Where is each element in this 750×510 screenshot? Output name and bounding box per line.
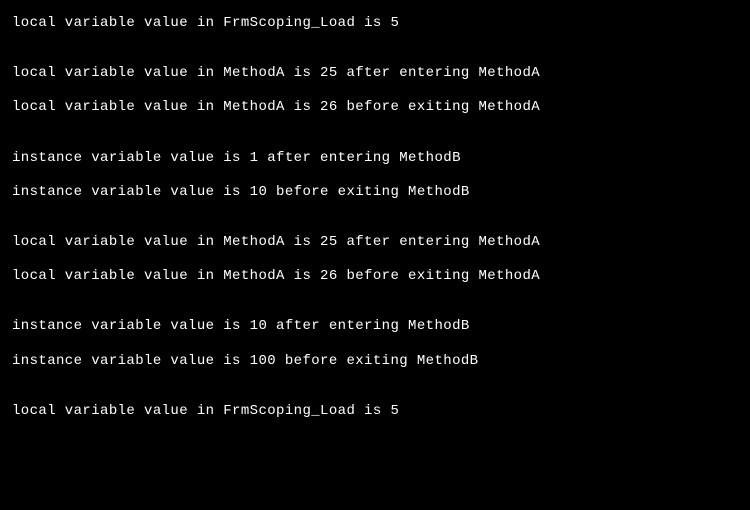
blank-gap [12, 167, 738, 183]
blank-gap [12, 336, 738, 352]
blank-gap [12, 251, 738, 267]
blank-gap [12, 285, 738, 317]
console-line: instance variable value is 10 after ente… [12, 317, 738, 335]
blank-gap [12, 32, 738, 64]
console-line: local variable value in MethodA is 26 be… [12, 98, 738, 116]
console-line: instance variable value is 100 before ex… [12, 352, 738, 370]
blank-gap [12, 82, 738, 98]
console-line: instance variable value is 10 before exi… [12, 183, 738, 201]
blank-gap [12, 117, 738, 149]
console-line: local variable value in FrmScoping_Load … [12, 402, 738, 420]
blank-gap [12, 201, 738, 233]
console-line: local variable value in FrmScoping_Load … [12, 14, 738, 32]
console-line: local variable value in MethodA is 26 be… [12, 267, 738, 285]
console-line: local variable value in MethodA is 25 af… [12, 64, 738, 82]
console-line: local variable value in MethodA is 25 af… [12, 233, 738, 251]
console-line: instance variable value is 1 after enter… [12, 149, 738, 167]
blank-gap [12, 370, 738, 402]
